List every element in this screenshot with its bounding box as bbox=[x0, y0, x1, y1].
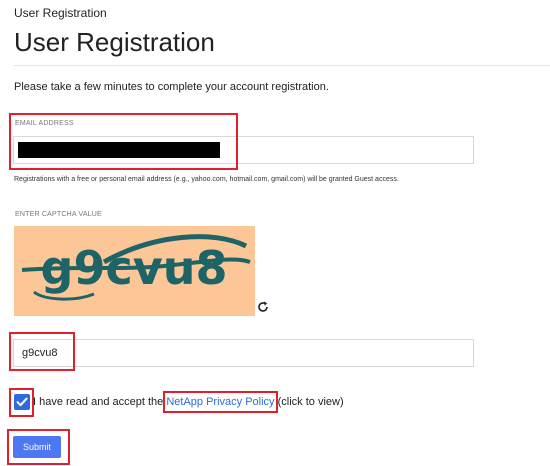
redacted-email-value bbox=[18, 142, 220, 158]
accept-terms-text: I have read and accept the NetApp Privac… bbox=[33, 396, 344, 408]
refresh-icon[interactable] bbox=[256, 300, 270, 314]
captcha-svg: g9cvu8 bbox=[21, 234, 251, 301]
privacy-policy-link[interactable]: NetApp Privacy Policy bbox=[166, 396, 274, 408]
email-label: EMAIL ADDRESS bbox=[15, 120, 74, 127]
accept-text-after: (click to view) bbox=[277, 396, 344, 408]
accept-text-before: I have read and accept the bbox=[33, 396, 164, 408]
divider bbox=[14, 65, 550, 66]
breadcrumb: User Registration bbox=[14, 6, 107, 20]
captcha-label: ENTER CAPTCHA VALUE bbox=[15, 211, 102, 218]
captcha-input[interactable] bbox=[13, 339, 474, 367]
captcha-image: g9cvu8 bbox=[14, 226, 255, 316]
intro-text: Please take a few minutes to complete yo… bbox=[14, 81, 329, 93]
privacy-checkbox[interactable] bbox=[14, 394, 30, 410]
page-title: User Registration bbox=[14, 27, 215, 57]
email-help-text: Registrations with a free or personal em… bbox=[14, 176, 399, 183]
checkmark-icon bbox=[16, 397, 28, 407]
submit-button[interactable]: Submit bbox=[13, 436, 61, 458]
